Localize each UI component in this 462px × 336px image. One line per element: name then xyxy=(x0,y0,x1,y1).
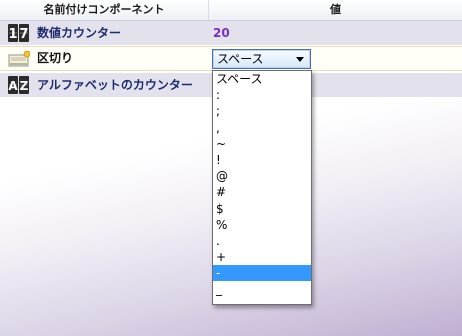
separator-dropdown-list[interactable]: スペース:;, ~! @ # $%. + - _ xyxy=(212,70,312,305)
dropdown-option[interactable]: ~ xyxy=(213,136,311,152)
dropdown-option[interactable]: _ xyxy=(213,281,311,297)
chevron-down-icon[interactable] xyxy=(296,57,304,62)
separator-icon xyxy=(8,50,30,67)
svg-text:A: A xyxy=(8,79,18,93)
numeric-counter-icon: 1 7 xyxy=(8,24,29,42)
svg-text:7: 7 xyxy=(19,27,28,42)
dropdown-option[interactable]: % xyxy=(213,217,311,233)
dropdown-option[interactable]: スペース xyxy=(213,71,311,87)
separator-select[interactable]: スペース xyxy=(212,49,311,69)
dropdown-option[interactable]: : xyxy=(213,87,311,103)
name-column-header[interactable]: 名前付けコンポーネント xyxy=(0,0,209,20)
svg-text:Z: Z xyxy=(20,79,29,93)
row-label: 区切り xyxy=(37,51,74,65)
row-value[interactable]: 20 xyxy=(213,21,230,45)
dropdown-option[interactable]: , xyxy=(213,120,311,136)
alphabet-counter-icon: A Z xyxy=(8,76,29,94)
dropdown-option[interactable]: + xyxy=(213,249,311,265)
dropdown-option[interactable]: # xyxy=(213,184,311,200)
value-column-header[interactable]: 値 xyxy=(209,0,462,20)
row-label: 数値カウンター xyxy=(37,26,122,40)
svg-text:1: 1 xyxy=(8,27,17,42)
list-header: 名前付けコンポーネント 値 xyxy=(0,0,462,21)
row-label: アルファベットのカウンター xyxy=(37,78,193,92)
dropdown-option[interactable]: ! xyxy=(213,152,311,168)
dropdown-option[interactable]: @ xyxy=(213,168,311,184)
dropdown-option[interactable]: . xyxy=(213,233,311,249)
dropdown-option[interactable]: ; xyxy=(213,103,311,119)
dropdown-option[interactable]: - xyxy=(213,265,311,282)
separator-select-value: スペース xyxy=(217,52,264,66)
list-row-numeric-counter[interactable]: 1 7 数値カウンター 20 xyxy=(0,21,462,45)
dropdown-option[interactable]: $ xyxy=(213,201,311,217)
